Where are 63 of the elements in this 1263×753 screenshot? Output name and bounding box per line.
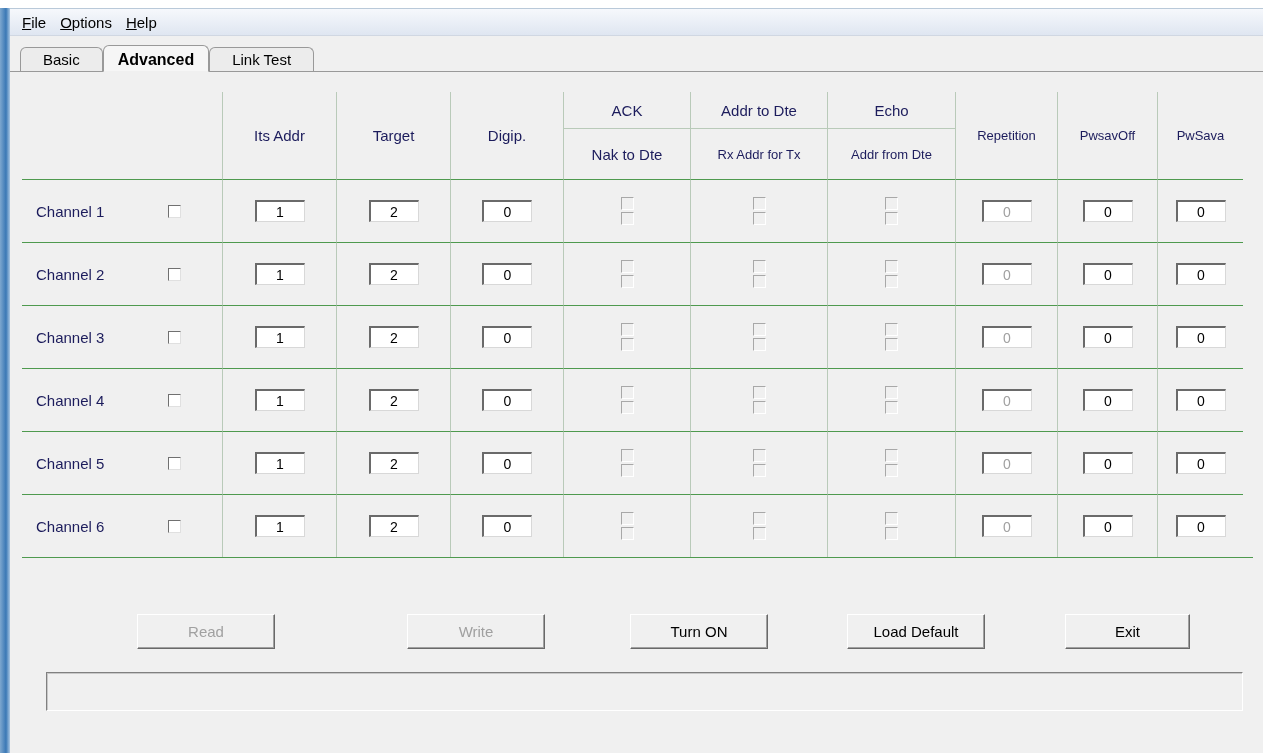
button[interactable]: Exit: [1065, 614, 1190, 649]
input-field[interactable]: 1: [254, 326, 305, 348]
input-field[interactable]: 0: [1082, 452, 1133, 474]
input-field[interactable]: 0: [482, 389, 532, 411]
button[interactable]: Load Default: [847, 614, 985, 649]
input-field[interactable]: 0: [1175, 389, 1226, 411]
button[interactable]: Turn ON: [630, 614, 768, 649]
input-field[interactable]: 0: [1175, 263, 1226, 285]
channel-label: Channel 6: [36, 517, 106, 535]
column-header: ACK: [611, 101, 643, 119]
channel-checkbox[interactable]: [168, 204, 181, 218]
tab[interactable]: Link Test: [209, 47, 315, 71]
input-field[interactable]: 2: [368, 515, 419, 537]
column-header: Rx Addr for Tx: [717, 146, 801, 162]
input-field[interactable]: 2: [368, 389, 419, 411]
input-field[interactable]: 1: [254, 452, 305, 474]
input-field[interactable]: 2: [368, 452, 419, 474]
input-field[interactable]: 0: [1082, 389, 1133, 411]
input-field[interactable]: 0: [1175, 452, 1226, 474]
input-field[interactable]: 0: [482, 200, 532, 222]
input-field[interactable]: 1: [254, 389, 305, 411]
column-header: Addr from Dte: [851, 146, 932, 162]
column-header: Its Addr: [254, 127, 305, 144]
input-field[interactable]: 0: [482, 263, 532, 285]
channel-label: Channel 2: [36, 265, 106, 283]
input-field[interactable]: 0: [1082, 200, 1133, 222]
channel-checkbox[interactable]: [168, 456, 181, 470]
channel-label: Channel 1: [36, 202, 106, 220]
menu-item[interactable]: File: [22, 13, 47, 31]
input-field[interactable]: 1: [254, 515, 305, 537]
input-field[interactable]: 1: [254, 200, 305, 222]
tab[interactable]: Basic: [20, 47, 103, 71]
channel-label: Channel 5: [36, 454, 106, 472]
input-field[interactable]: 0: [482, 515, 532, 537]
input-field[interactable]: 0: [1082, 326, 1133, 348]
column-header: PwSava: [1176, 128, 1225, 143]
input-field[interactable]: 0: [1082, 263, 1133, 285]
input-field[interactable]: 2: [368, 200, 419, 222]
input-field[interactable]: 0: [482, 326, 532, 348]
tab[interactable]: Advanced: [102, 45, 210, 72]
input-field[interactable]: 1: [254, 263, 305, 285]
channel-label: Channel 3: [36, 328, 106, 346]
input-field[interactable]: 2: [368, 326, 419, 348]
column-header: Addr to Dte: [721, 101, 797, 119]
menu-item[interactable]: Help: [125, 13, 157, 31]
input-field[interactable]: 0: [1082, 515, 1133, 537]
column-header: Repetition: [977, 128, 1036, 143]
channel-checkbox[interactable]: [168, 393, 181, 407]
channel-checkbox[interactable]: [168, 330, 181, 344]
channel-checkbox[interactable]: [168, 519, 181, 533]
input-field[interactable]: 0: [1175, 200, 1226, 222]
channel-checkbox[interactable]: [168, 267, 181, 281]
column-header: Target: [372, 127, 415, 144]
column-header: PwsavOff: [1079, 128, 1136, 143]
input-field[interactable]: 0: [1175, 515, 1226, 537]
channel-label: Channel 4: [36, 391, 106, 409]
column-header: Echo: [874, 101, 909, 119]
column-header: Digip.: [487, 127, 527, 144]
input-field[interactable]: 2: [368, 263, 419, 285]
input-field[interactable]: 0: [482, 452, 532, 474]
menu-item[interactable]: Options: [60, 13, 112, 31]
column-header: Nak to Dte: [591, 145, 663, 163]
input-field[interactable]: 0: [1175, 326, 1226, 348]
